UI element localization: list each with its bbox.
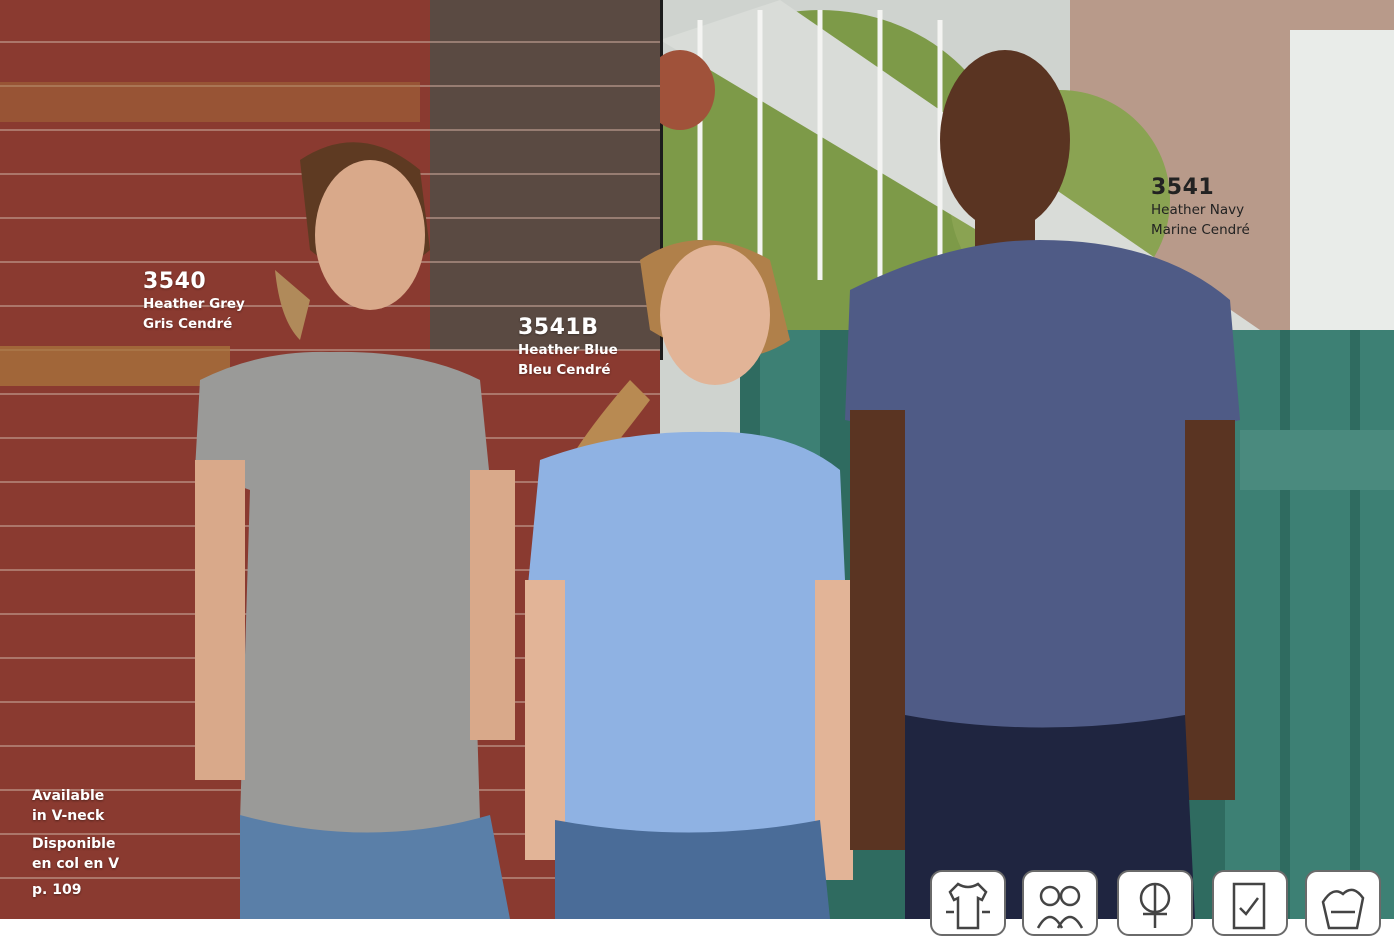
availability-fr-line1: Disponible: [32, 836, 116, 852]
lifestyle-photo: [0, 0, 1394, 919]
availability-note-en: Available in V-neck: [32, 786, 104, 826]
female-fit-icon: [1117, 870, 1193, 936]
tear-away-label-icon: [1212, 870, 1288, 936]
product-label-3540: 3540 Heather Grey Gris Cendré: [143, 270, 245, 334]
product-color-fr: Gris Cendré: [143, 316, 233, 332]
photo-illustration: [0, 0, 1394, 919]
product-color-en: Heather Blue: [518, 342, 618, 358]
availability-en-line2: in V-neck: [32, 808, 105, 824]
product-label-3541: 3541 Heather Navy Marine Cendré: [1151, 176, 1250, 240]
page-reference-link[interactable]: p. 109: [32, 880, 81, 900]
garment-wash-icon: [1305, 870, 1381, 936]
product-color-fr: Marine Cendré: [1151, 222, 1250, 238]
availability-note-fr: Disponible en col en V: [32, 834, 119, 874]
tshirt-fit-icon: [930, 870, 1006, 936]
product-code: 3541: [1151, 175, 1215, 200]
product-code: 3540: [143, 269, 207, 294]
product-color-fr: Bleu Cendré: [518, 362, 611, 378]
availability-fr-line2: en col en V: [32, 856, 120, 872]
product-color-en: Heather Grey: [143, 296, 245, 312]
availability-en-line1: Available: [32, 788, 105, 804]
product-color-en: Heather Navy: [1151, 202, 1245, 218]
unisex-group-icon: [1022, 870, 1098, 936]
product-label-3541b: 3541B Heather Blue Bleu Cendré: [518, 316, 618, 380]
product-code: 3541B: [518, 315, 599, 340]
